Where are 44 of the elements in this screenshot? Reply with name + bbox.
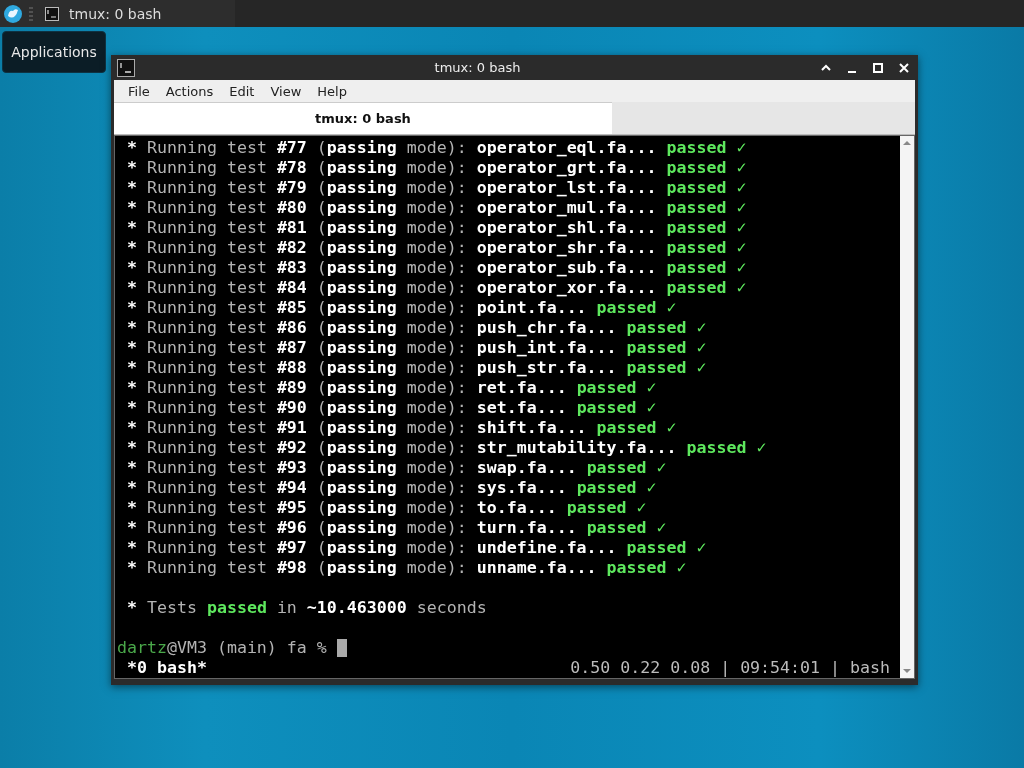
terminal-line: * Running test #87 (passing mode): push_int.fa... passed ✓ (127, 338, 707, 358)
terminal-line: * Running test #98 (passing mode): unname.fa... passed ✓ (127, 558, 687, 578)
menu-item[interactable]: Help (309, 83, 355, 99)
scroll-down-icon[interactable] (901, 667, 913, 675)
menu-item[interactable]: Actions (157, 83, 222, 99)
menu-item[interactable]: File (120, 83, 158, 99)
app-menu-icon[interactable] (3, 3, 23, 24)
terminal-icon (45, 6, 59, 21)
terminal-line: * Running test #86 (passing mode): push_chr.fa... passed ✓ (127, 318, 707, 338)
scrollbar[interactable] (900, 136, 914, 678)
terminal-line: * Running test #90 (passing mode): set.fa... passed ✓ (127, 398, 657, 418)
terminal-line: * Running test #92 (passing mode): str_mutability.fa... passed ✓ (127, 438, 767, 458)
grip-handle-icon[interactable] (29, 6, 33, 21)
terminal-line: * Running test #79 (passing mode): operator_lst.fa... passed ✓ (127, 178, 747, 198)
terminal-line: * Running test #82 (passing mode): operator_shr.fa... passed ✓ (127, 238, 747, 258)
applications-menu-button[interactable]: Applications (2, 31, 106, 73)
status-info: 0.50 0.22 0.08 | 09:54:01 | bash (570, 658, 890, 678)
terminal-line: * Running test #83 (passing mode): operator_sub.fa... passed ✓ (127, 258, 747, 278)
window-list: *0 bash* (117, 658, 207, 678)
scroll-up-icon[interactable] (901, 139, 913, 147)
terminal-line: * Running test #88 (passing mode): push_str.fa... passed ✓ (127, 358, 707, 378)
maximize-icon[interactable] (872, 61, 884, 74)
shell-prompt: dartz@VM3 (main) fa % (117, 638, 328, 658)
menu-item[interactable]: Edit (221, 83, 263, 99)
terminal-line: * Running test #77 (passing mode): operator_eql.fa... passed ✓ (127, 138, 747, 158)
terminal-line: * Running test #85 (passing mode): point.fa... passed ✓ (127, 298, 677, 318)
terminal-line: * Running test #95 (passing mode): to.fa... passed ✓ (127, 498, 647, 518)
terminal-line: * Running test #81 (passing mode): operator_shl.fa... passed ✓ (127, 218, 747, 238)
taskbar-button[interactable]: tmux: 0 bash (39, 0, 168, 27)
close-icon[interactable] (898, 61, 910, 74)
terminal-line: * Tests passed in ~10.463000 seconds (127, 598, 487, 618)
menu-item[interactable]: View (262, 83, 310, 99)
terminal-icon (117, 58, 135, 77)
terminal-line: * Running test #96 (passing mode): turn.fa... passed ✓ (127, 518, 667, 538)
terminal-line: * Running test #94 (passing mode): sys.fa... passed ✓ (127, 478, 657, 498)
terminal-line: * Running test #93 (passing mode): swap.fa... passed ✓ (127, 458, 667, 478)
terminal-line: * Running test #89 (passing mode): ret.fa... passed ✓ (127, 378, 657, 398)
terminal-line: * Running test #84 (passing mode): operator_xor.fa... passed ✓ (127, 278, 747, 298)
terminal-line: * Running test #80 (passing mode): operator_mul.fa... passed ✓ (127, 198, 747, 218)
terminal-line: * Running test #91 (passing mode): shift.fa... passed ✓ (127, 418, 677, 438)
tab[interactable]: tmux: 0 bash (114, 102, 612, 134)
terminal-line: * Running test #78 (passing mode): operator_grt.fa... passed ✓ (127, 158, 747, 178)
terminal-line: * Running test #97 (passing mode): undefine.fa... passed ✓ (127, 538, 707, 558)
window-title: tmux: 0 bash (433, 60, 522, 75)
